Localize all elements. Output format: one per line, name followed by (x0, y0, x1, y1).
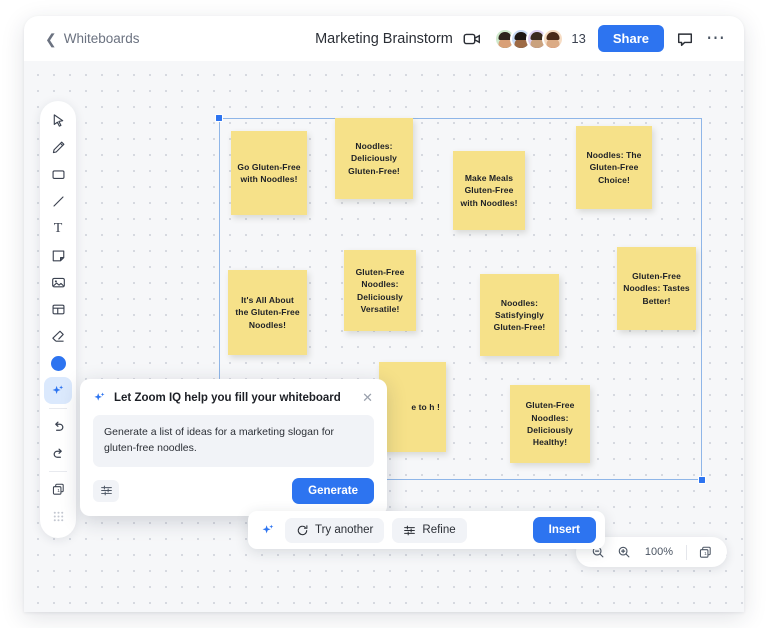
close-x-icon[interactable]: ✕ (361, 391, 374, 404)
avatar[interactable] (542, 27, 565, 50)
participant-count: 13 (571, 31, 586, 46)
ellipsis-icon[interactable]: ⋯ (706, 29, 726, 48)
share-button[interactable]: Share (597, 25, 664, 52)
whiteboard-canvas[interactable]: Go Gluten-Free with Noodles! Noodles: De… (24, 61, 744, 612)
magnifier-plus-icon[interactable] (613, 541, 635, 563)
whiteboard-window: ❮ Whiteboards Marketing Brainstorm 13 Sh… (24, 16, 744, 612)
cursor-arrow-icon[interactable] (44, 107, 72, 134)
sticky-note-text: It's All About the Gluten-Free Noodles! (235, 295, 300, 330)
sticky-note-text: Gluten-Free Noodles: Deliciously Versati… (355, 266, 405, 314)
grid-dots-icon[interactable] (44, 503, 72, 530)
svg-text:1: 1 (704, 551, 707, 557)
sparkle-icon (93, 391, 106, 404)
sticky-note[interactable]: Gluten-Free Noodles: Deliciously Healthy… (510, 385, 590, 463)
chevron-left-icon: ❮ (45, 30, 57, 47)
sticky-note[interactable]: Make Meals Gluten-Free with Noodles! (453, 151, 525, 230)
toolbar-divider (49, 408, 67, 409)
sliders-icon[interactable] (93, 479, 119, 502)
sticky-note[interactable]: Go Gluten-Free with Noodles! (231, 131, 307, 215)
text-t-icon[interactable]: T (44, 215, 72, 242)
sliders-icon (403, 524, 416, 537)
svg-text:1: 1 (57, 488, 60, 494)
image-icon[interactable] (44, 269, 72, 296)
divider (686, 544, 687, 560)
sticky-note-text: Gluten-Free Noodles: Deliciously Healthy… (525, 400, 575, 448)
prompt-text: Generate a list of ideas for a marketing… (104, 426, 334, 454)
pages-stack-icon[interactable]: 1 (694, 541, 716, 563)
try-another-label: Try another (315, 524, 374, 536)
rectangle-icon[interactable] (44, 161, 72, 188)
chat-bubble-icon[interactable] (676, 30, 694, 48)
sticky-note[interactable]: Noodles: Deliciously Gluten-Free! (335, 118, 413, 199)
toolbar-divider (49, 471, 67, 472)
sticky-note-text: Go Gluten-Free with Noodles! (237, 161, 301, 184)
sticky-note[interactable]: Noodles: Satisfyingly Gluten-Free! (480, 274, 559, 356)
sticky-note-text: e to h ! (411, 401, 440, 412)
sticky-note[interactable]: Gluten-Free Noodles: Deliciously Versati… (344, 250, 416, 331)
refresh-icon (296, 524, 309, 537)
zoom-iq-dialog: Let Zoom IQ help you fill your whiteboar… (80, 379, 387, 516)
dialog-title: Let Zoom IQ help you fill your whiteboar… (114, 391, 341, 404)
refine-label: Refine (422, 524, 456, 536)
pencil-icon[interactable] (44, 134, 72, 161)
header-actions: 13 Share ⋯ (462, 25, 726, 52)
back-to-whiteboards[interactable]: ❮ Whiteboards (45, 31, 140, 46)
sticky-note-text: Make Meals Gluten-Free with Noodles! (460, 173, 518, 208)
generate-button[interactable]: Generate (292, 477, 374, 504)
sticky-note-icon[interactable] (44, 242, 72, 269)
sticky-note[interactable]: It's All About the Gluten-Free Noodles! (228, 270, 307, 355)
undo-arrow-icon[interactable] (44, 413, 72, 440)
ai-action-bar: Try another Refine Insert (248, 511, 605, 549)
tool-palette: T 1 (40, 101, 76, 538)
back-label: Whiteboards (63, 31, 140, 46)
line-icon[interactable] (44, 188, 72, 215)
dialog-footer: Generate (93, 477, 374, 504)
sparkle-icon (261, 523, 275, 537)
layout-template-icon[interactable] (44, 296, 72, 323)
app-header: ❮ Whiteboards Marketing Brainstorm 13 Sh… (24, 16, 744, 61)
participant-avatars[interactable]: 13 (494, 27, 586, 50)
sticky-note-text: Noodles: Deliciously Gluten-Free! (348, 141, 400, 176)
sparkle-icon[interactable] (44, 377, 72, 404)
selection-handle-bottom-right[interactable] (698, 476, 706, 484)
sticky-note-text: Noodles: The Gluten-Free Choice! (586, 150, 642, 185)
sticky-note[interactable]: Noodles: The Gluten-Free Choice! (576, 126, 652, 209)
refine-button[interactable]: Refine (392, 517, 467, 543)
sticky-note-text: Noodles: Satisfyingly Gluten-Free! (493, 297, 546, 333)
insert-button[interactable]: Insert (532, 517, 596, 543)
color-dot-icon[interactable] (44, 350, 72, 377)
sticky-note[interactable]: Gluten-Free Noodles: Tastes Better! (617, 247, 696, 330)
prompt-input[interactable]: Generate a list of ideas for a marketing… (93, 415, 374, 467)
video-camera-icon[interactable] (462, 29, 482, 49)
try-another-button[interactable]: Try another (285, 517, 385, 543)
selection-handle-top-left[interactable] (215, 114, 223, 122)
redo-arrow-icon[interactable] (44, 440, 72, 467)
sticky-note[interactable]: e to h ! (379, 362, 446, 452)
pages-stack-icon[interactable]: 1 (44, 476, 72, 503)
zoom-level-label: 100% (644, 546, 674, 558)
board-title-text: Marketing Brainstorm (315, 30, 453, 47)
eraser-icon[interactable] (44, 323, 72, 350)
dialog-header: Let Zoom IQ help you fill your whiteboar… (93, 391, 374, 404)
sticky-note-text: Gluten-Free Noodles: Tastes Better! (623, 271, 690, 306)
